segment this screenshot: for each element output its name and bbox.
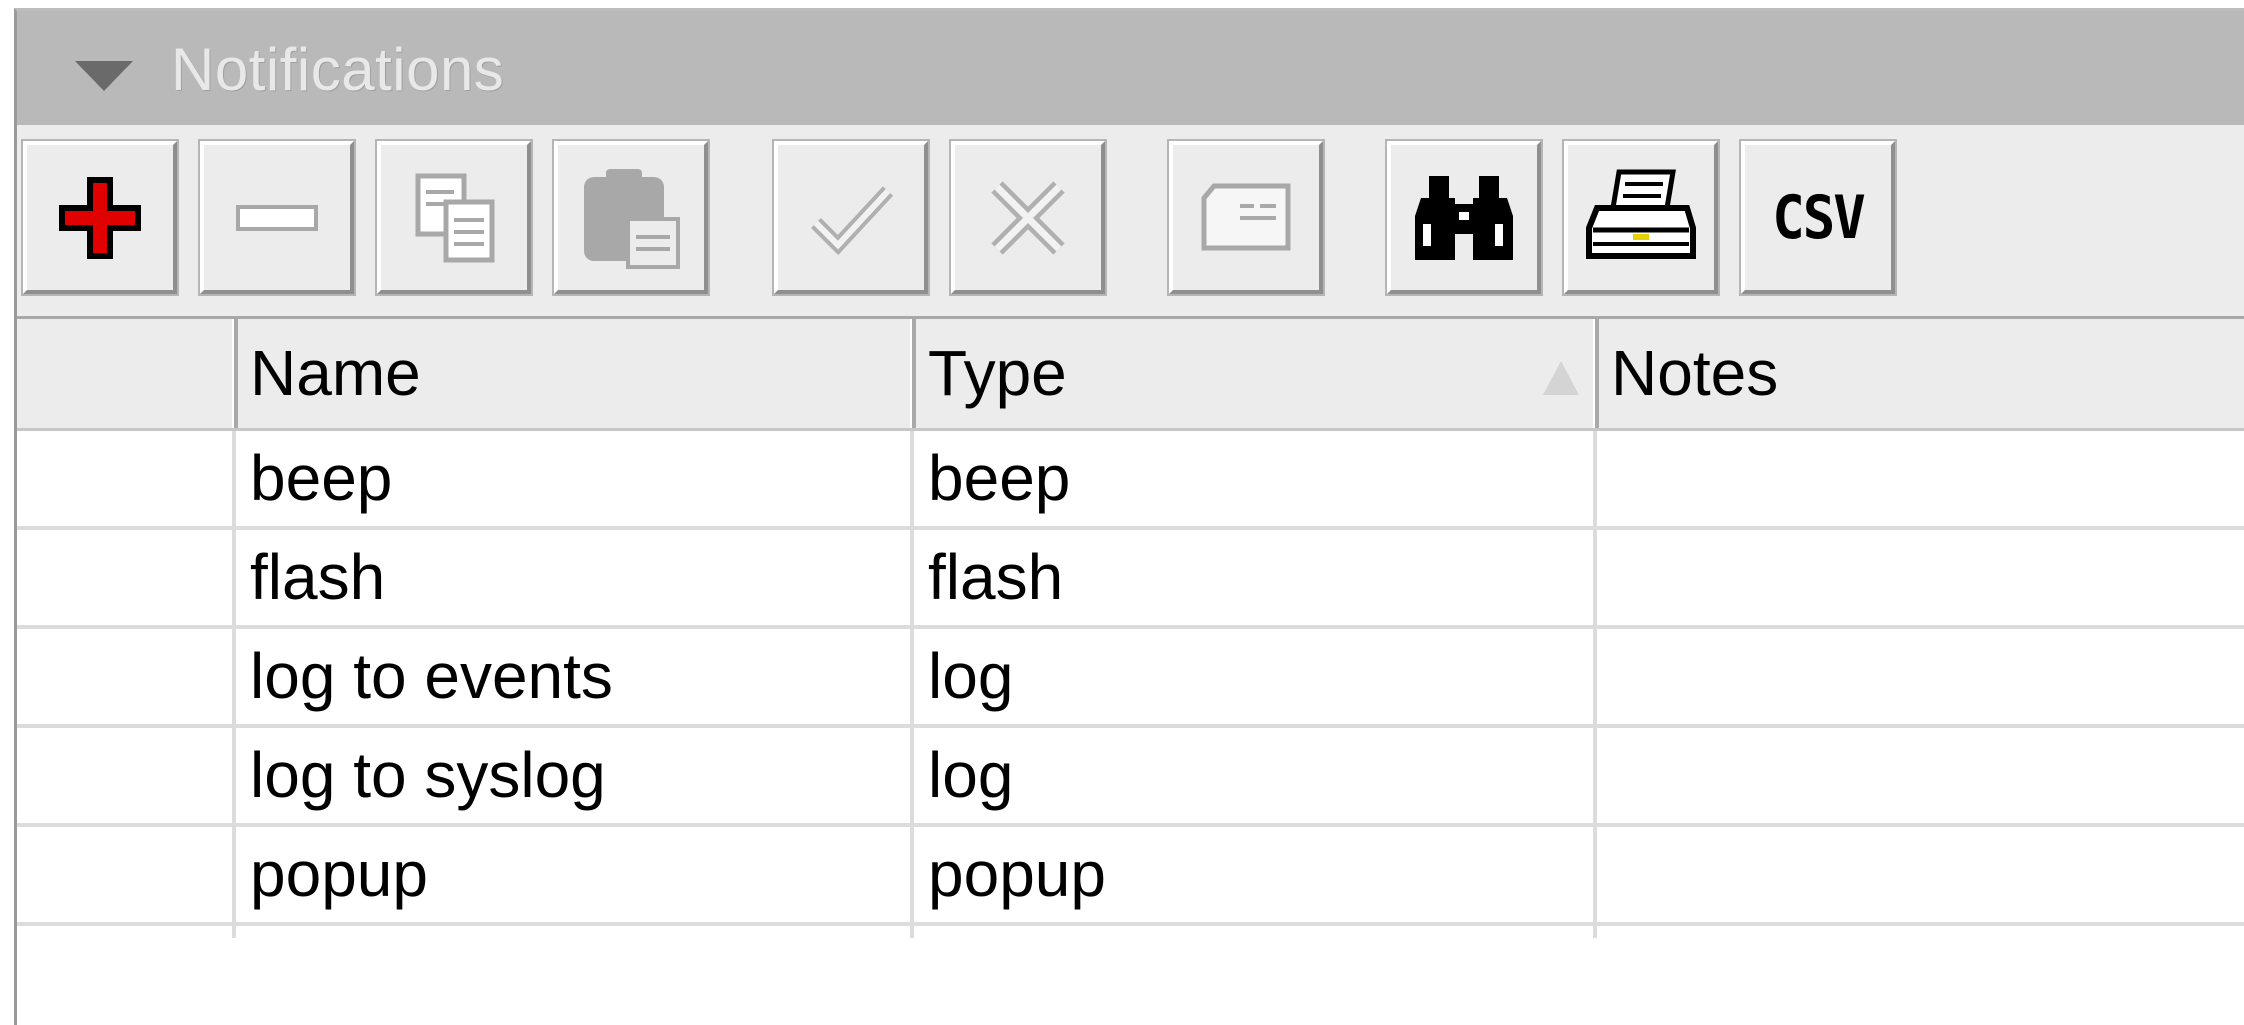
copy-icon <box>415 173 495 262</box>
comment-button[interactable] <box>1167 139 1325 296</box>
sort-ascending-icon <box>1543 361 1579 395</box>
note-icon <box>1201 183 1291 250</box>
disable-button[interactable] <box>949 139 1107 296</box>
column-divider <box>1593 431 1597 938</box>
table-row[interactable]: popup popup <box>17 827 2244 926</box>
notifications-window: Notifications CSV Name Type Notes beep b… <box>14 8 2244 1025</box>
export-csv-button[interactable]: CSV <box>1739 139 1897 296</box>
check-icon <box>811 185 894 255</box>
cell-notes <box>1599 530 1611 625</box>
cell-name: log to syslog <box>250 739 606 811</box>
cell-type: popup <box>928 838 1106 910</box>
cell-name: beep <box>250 442 393 514</box>
find-button[interactable] <box>1385 139 1543 296</box>
header-type-label: Type <box>928 337 1067 409</box>
plus-icon <box>59 176 141 259</box>
paste-button[interactable] <box>552 139 710 296</box>
add-button[interactable] <box>21 139 179 296</box>
cell-type: log <box>928 739 1014 811</box>
cell-name: flash <box>250 541 386 613</box>
column-divider <box>910 431 914 938</box>
cell-notes <box>1599 728 1611 823</box>
cell-type: log <box>928 640 1014 712</box>
cell-notes <box>1599 431 1611 526</box>
cell-type: flash <box>928 541 1064 613</box>
collapse-arrow-icon[interactable] <box>75 61 133 91</box>
table-row[interactable]: log to events log <box>17 629 2244 728</box>
x-icon <box>991 180 1065 255</box>
printer-icon <box>1586 169 1696 259</box>
cell-name: popup <box>250 838 428 910</box>
toolbar: CSV <box>17 139 2244 301</box>
print-button[interactable] <box>1562 139 1720 296</box>
cell-type: beep <box>928 442 1071 514</box>
enable-button[interactable] <box>772 139 930 296</box>
table-row[interactable]: flash flash <box>17 530 2244 629</box>
header-select-column[interactable] <box>17 319 232 428</box>
cell-notes <box>1599 827 1611 922</box>
table-header: Name Type Notes <box>17 319 2244 431</box>
copy-button[interactable] <box>375 139 533 296</box>
window-title: Notifications <box>171 36 505 103</box>
paste-icon <box>584 168 680 269</box>
cell-name: log to events <box>250 640 613 712</box>
notifications-table: Name Type Notes beep beep flash flash lo… <box>17 316 2244 1025</box>
header-type[interactable]: Type <box>916 319 1593 428</box>
binoculars-icon <box>1415 175 1513 260</box>
remove-button[interactable] <box>198 139 356 296</box>
csv-label: CSV <box>1772 182 1866 253</box>
window-titlebar[interactable]: Notifications <box>17 11 2244 125</box>
cell-notes <box>1599 629 1611 724</box>
column-divider <box>232 431 236 938</box>
table-row[interactable]: beep beep <box>17 431 2244 530</box>
minus-icon <box>236 204 318 231</box>
table-row[interactable]: log to syslog log <box>17 728 2244 827</box>
header-name[interactable]: Name <box>238 319 698 428</box>
header-notes[interactable]: Notes <box>1599 319 2244 428</box>
